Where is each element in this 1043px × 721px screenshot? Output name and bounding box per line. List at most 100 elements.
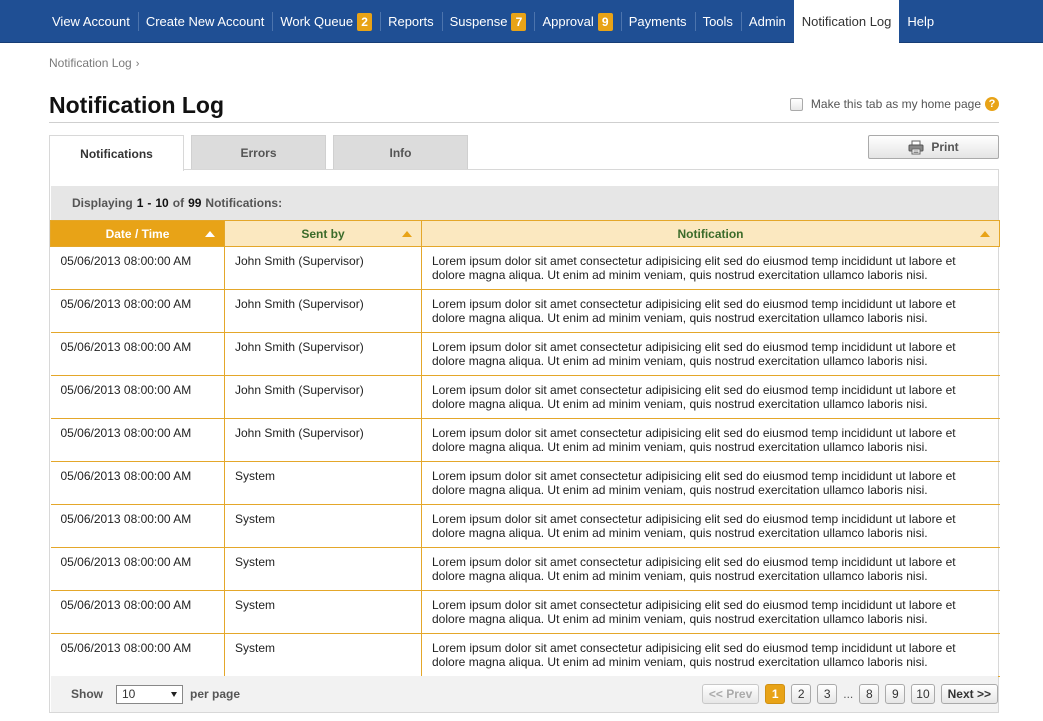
- summary-of: of: [172, 196, 185, 210]
- column-header-label: Date / Time: [105, 226, 170, 241]
- nav-item-suspense[interactable]: Suspense 7: [441, 0, 535, 43]
- count-badge: 2: [357, 12, 373, 31]
- prev-page-button[interactable]: << Prev: [701, 684, 760, 704]
- notifications-panel: Displaying 1 - 10 of 99 Notifications: D…: [49, 169, 1000, 713]
- tab-info[interactable]: Info: [333, 135, 468, 170]
- nav-item-label: Approval: [542, 14, 594, 29]
- table-row[interactable]: 05/06/2013 08:00:00 AM System Lorem ipsum …: [50, 504, 1000, 548]
- table-row[interactable]: 05/06/2013 08:00:00 AM System Lorem ipsum …: [50, 590, 1000, 634]
- nav-item-notification-log[interactable]: Notification Log: [793, 0, 900, 43]
- cell-sent-by: System: [224, 504, 422, 548]
- show-label: Show: [71, 687, 103, 701]
- table-row[interactable]: 05/06/2013 08:00:00 AM John Smith (Superv…: [50, 418, 1000, 462]
- page-button-9[interactable]: 9: [885, 684, 906, 704]
- help-icon[interactable]: ?: [985, 97, 999, 111]
- per-page-label: per page: [190, 687, 241, 701]
- cell-notification: Lorem ipsum dolor sit amet consectetur a…: [421, 461, 1000, 505]
- summary-prefix: Displaying: [72, 196, 133, 210]
- nav-item-approval[interactable]: Approval 9: [534, 0, 620, 43]
- breadcrumb-item[interactable]: Notification Log: [49, 56, 132, 70]
- cell-datetime: 05/06/2013 08:00:00 AM: [50, 332, 225, 376]
- page-button-1[interactable]: 1: [765, 684, 786, 704]
- printer-icon: [908, 140, 924, 154]
- nav-items: View Account Create New Account Work Queue…: [44, 0, 942, 43]
- pagination: << Prev 1 2 3 ... 8 9 10 Next >>: [696, 684, 998, 704]
- cell-notification: Lorem ipsum dolor sit amet consectetur a…: [421, 547, 1000, 591]
- tab-errors[interactable]: Errors: [191, 135, 326, 170]
- table-row[interactable]: 05/06/2013 08:00:00 AM System Lorem ipsum …: [50, 547, 1000, 591]
- page-title: Notification Log: [49, 92, 225, 118]
- cell-datetime: 05/06/2013 08:00:00 AM: [50, 504, 225, 548]
- cell-sent-by: System: [224, 590, 422, 634]
- table-row[interactable]: 05/06/2013 08:00:00 AM System Lorem ipsum …: [50, 633, 1000, 677]
- page-button-3[interactable]: 3: [817, 684, 838, 704]
- table-footer: Show 10 per page << Prev 1 2 3 ... 8 9 1…: [51, 676, 998, 712]
- summary-dash: -: [147, 196, 152, 210]
- summary-range-start: 1: [136, 196, 144, 210]
- nav-item-label: Admin: [748, 14, 786, 29]
- nav-item-view-account[interactable]: View Account: [44, 0, 138, 43]
- table-row[interactable]: 05/06/2013 08:00:00 AM John Smith (Superv…: [50, 246, 1000, 290]
- nav-item-tools[interactable]: Tools: [694, 0, 741, 43]
- cell-notification: Lorem ipsum dolor sit amet consectetur a…: [421, 289, 1000, 333]
- column-header-sent-by[interactable]: Sent by: [224, 220, 422, 247]
- cell-notification: Lorem ipsum dolor sit amet consectetur a…: [421, 375, 1000, 419]
- sort-arrow-icon[interactable]: [205, 231, 215, 237]
- page-button-2[interactable]: 2: [791, 684, 812, 704]
- nav-item-label: Help: [907, 14, 935, 29]
- cell-datetime: 05/06/2013 08:00:00 AM: [50, 375, 225, 419]
- per-page-select[interactable]: 10: [116, 684, 183, 704]
- title-divider: [49, 122, 999, 123]
- cell-sent-by: John Smith (Supervisor): [224, 375, 422, 419]
- summary-suffix: Notifications:: [205, 196, 283, 210]
- print-button[interactable]: Print: [868, 135, 999, 159]
- cell-datetime: 05/06/2013 08:00:00 AM: [50, 590, 225, 634]
- table-row[interactable]: 05/06/2013 08:00:00 AM System Lorem ipsum …: [50, 461, 1000, 505]
- per-page-value: 10: [122, 687, 136, 701]
- nav-item-help[interactable]: Help: [899, 0, 942, 43]
- column-header-label: Notification: [677, 226, 744, 241]
- sort-arrow-icon[interactable]: [402, 231, 412, 237]
- next-page-button[interactable]: Next >>: [940, 684, 998, 704]
- column-header-datetime[interactable]: Date / Time: [50, 220, 225, 247]
- top-navigation: View Account Create New Account Work Queue…: [0, 0, 1043, 43]
- page-button-10[interactable]: 10: [911, 684, 935, 704]
- nav-item-label: Notification Log: [801, 14, 892, 29]
- tab-notifications[interactable]: Notifications: [49, 135, 184, 171]
- cell-notification: Lorem ipsum dolor sit amet consectetur a…: [421, 633, 1000, 677]
- breadcrumb: Notification Log ›: [49, 56, 139, 70]
- column-header-notification[interactable]: Notification: [421, 220, 1000, 247]
- nav-item-create-new-account[interactable]: Create New Account: [137, 0, 273, 43]
- column-header-label: Sent by: [301, 226, 345, 241]
- sort-arrow-icon[interactable]: [980, 231, 990, 237]
- nav-item-label: Work Queue: [280, 14, 354, 29]
- cell-datetime: 05/06/2013 08:00:00 AM: [50, 461, 225, 505]
- nav-item-reports[interactable]: Reports: [380, 0, 442, 43]
- nav-item-label: Suspense: [449, 14, 508, 29]
- cell-datetime: 05/06/2013 08:00:00 AM: [50, 289, 225, 333]
- table-header-row: Date / Time Sent by Notification: [50, 220, 1000, 247]
- nav-item-work-queue[interactable]: Work Queue 2: [272, 0, 380, 43]
- table-row[interactable]: 05/06/2013 08:00:00 AM John Smith (Superv…: [50, 332, 1000, 376]
- summary-range-end: 10: [155, 196, 169, 210]
- nav-item-payments[interactable]: Payments: [620, 0, 695, 43]
- nav-item-admin[interactable]: Admin: [740, 0, 794, 43]
- nav-item-label: Create New Account: [145, 14, 265, 29]
- cell-notification: Lorem ipsum dolor sit amet consectetur a…: [421, 332, 1000, 376]
- cell-notification: Lorem ipsum dolor sit amet consectetur a…: [421, 418, 1000, 462]
- tab-bar: Notifications Errors Info: [49, 135, 475, 171]
- cell-sent-by: John Smith (Supervisor): [224, 246, 422, 290]
- table-row[interactable]: 05/06/2013 08:00:00 AM John Smith (Superv…: [50, 289, 1000, 333]
- page-button-8[interactable]: 8: [859, 684, 880, 704]
- cell-sent-by: John Smith (Supervisor): [224, 418, 422, 462]
- home-tab-option[interactable]: Make this tab as my home page ?: [789, 97, 999, 111]
- nav-item-label: Reports: [388, 14, 434, 29]
- cell-datetime: 05/06/2013 08:00:00 AM: [50, 418, 225, 462]
- cell-notification: Lorem ipsum dolor sit amet consectetur a…: [421, 246, 1000, 290]
- home-tab-checkbox[interactable]: [789, 97, 803, 111]
- nav-item-label: Payments: [628, 14, 687, 29]
- table-row[interactable]: 05/06/2013 08:00:00 AM John Smith (Superv…: [50, 375, 1000, 419]
- cell-sent-by: System: [224, 633, 422, 677]
- cell-datetime: 05/06/2013 08:00:00 AM: [50, 246, 225, 290]
- cell-sent-by: System: [224, 547, 422, 591]
